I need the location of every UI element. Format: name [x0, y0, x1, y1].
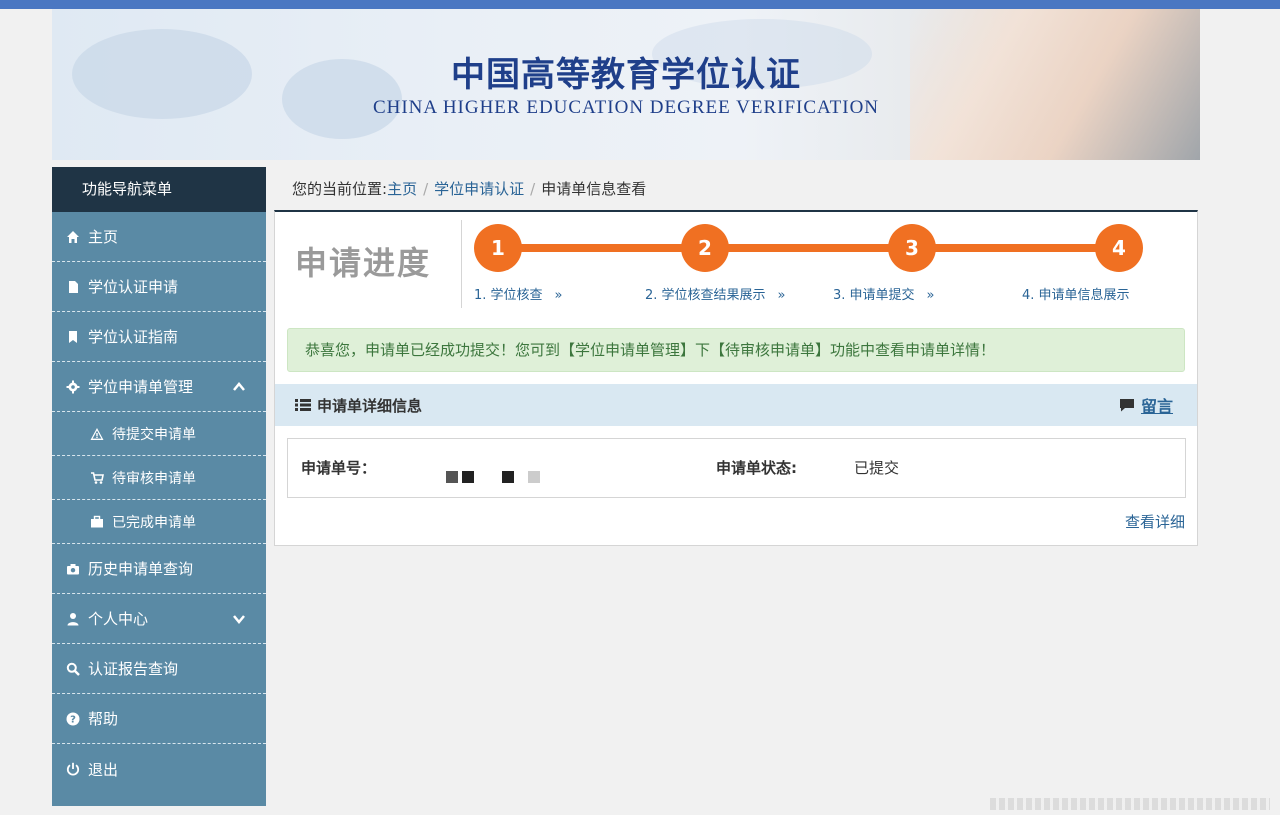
list-icon — [295, 399, 311, 411]
comment-icon — [1119, 399, 1134, 412]
view-details-link[interactable]: 查看详细 — [1125, 511, 1185, 532]
power-icon — [66, 762, 80, 776]
sidebar-item-label: 历史申请单查询 — [88, 560, 194, 578]
sidebar-item-label: 学位认证申请 — [88, 278, 179, 296]
application-info-box: 申请单号： 申请单状态: 已提交 — [287, 438, 1186, 498]
detail-section-title: 申请单详细信息 — [317, 396, 423, 415]
camera-icon — [66, 562, 80, 576]
step-marker-1: 1 — [474, 224, 522, 272]
breadcrumb-separator: / — [530, 180, 536, 198]
breadcrumb-current: 申请单信息查看 — [541, 180, 647, 198]
site-banner: 中国高等教育学位认证 CHINA HIGHER EDUCATION DEGREE… — [52, 9, 1200, 160]
user-icon — [66, 612, 80, 626]
progress-title: 申请进度 — [295, 244, 432, 282]
breadcrumb-degree-link[interactable]: 学位申请认证 — [434, 180, 524, 198]
home-icon — [66, 230, 80, 244]
breadcrumb-separator: / — [423, 180, 429, 198]
briefcase-icon — [90, 515, 104, 529]
message-link[interactable]: 留言 — [1119, 384, 1173, 426]
cart-icon — [90, 471, 104, 485]
sidebar-item-label: 已完成申请单 — [112, 514, 196, 531]
chevron-up-icon[interactable] — [232, 380, 246, 394]
sidebar-item-logout[interactable]: 退出 — [52, 744, 266, 794]
sidebar-item-label: 帮助 — [88, 710, 119, 728]
sidebar-item-label: 学位认证指南 — [88, 328, 179, 346]
site-subtitle: CHINA HIGHER EDUCATION DEGREE VERIFICATI… — [372, 97, 880, 118]
sidebar-item-pending-submission[interactable]: 待提交申请单 — [52, 412, 266, 456]
progress-line — [495, 244, 1115, 252]
breadcrumb-home-link[interactable]: 主页 — [387, 180, 417, 198]
sidebar-item-help[interactable]: ? 帮助 — [52, 694, 266, 744]
progress-divider — [461, 220, 462, 308]
sidebar-item-label: 主页 — [88, 228, 119, 246]
detail-section-header: 申请单详细信息 留言 — [275, 384, 1197, 426]
application-panel: 申请进度 1 2 3 4 1. 学位核查» 2. 学位核查结果展示» 3. 申请… — [274, 210, 1198, 546]
bookmark-icon — [66, 330, 80, 344]
sidebar-item-label: 个人中心 — [88, 610, 149, 628]
svg-text:4: 4 — [1112, 236, 1126, 260]
sidebar-item-application-management[interactable]: 学位申请单管理 — [52, 362, 266, 412]
redacted-order-number — [502, 471, 514, 483]
sidebar-nav: 功能导航菜单 主页 学位认证申请 学位认证指南 学位申请单管理 待提交申请单 待… — [52, 167, 266, 806]
step-marker-4: 4 — [1095, 224, 1143, 272]
progress-steps: 1 2 3 4 — [474, 224, 1143, 272]
breadcrumb: 您的当前位置:主页 / 学位申请认证 / 申请单信息查看 — [292, 178, 646, 199]
redacted-order-number — [446, 471, 458, 483]
redacted-order-number — [528, 471, 540, 483]
success-alert: 恭喜您，申请单已经成功提交！您可到【学位申请单管理】下【待审核申请单】功能中查看… — [287, 328, 1185, 372]
sidebar-heading: 功能导航菜单 — [52, 167, 266, 212]
watermark-strip — [990, 798, 1270, 810]
status-value: 已提交 — [854, 459, 900, 477]
gear-icon — [66, 380, 80, 394]
chevron-down-icon[interactable] — [232, 612, 246, 626]
sidebar-item-label: 待审核申请单 — [112, 470, 196, 487]
warning-icon — [90, 427, 104, 441]
sidebar-item-completed[interactable]: 已完成申请单 — [52, 500, 266, 544]
svg-text:?: ? — [70, 714, 76, 725]
step-label-2[interactable]: 2. 学位核查结果展示» — [645, 284, 786, 303]
breadcrumb-prefix: 您的当前位置: — [292, 180, 388, 198]
sidebar-item-label: 认证报告查询 — [88, 660, 179, 678]
step-label-1[interactable]: 1. 学位核查» — [474, 284, 563, 303]
step-marker-3: 3 — [888, 224, 936, 272]
svg-text:1: 1 — [491, 236, 505, 260]
sidebar-item-pending-review[interactable]: 待审核申请单 — [52, 456, 266, 500]
question-icon: ? — [66, 712, 80, 726]
svg-text:3: 3 — [905, 236, 919, 260]
sidebar-item-report-query[interactable]: 认证报告查询 — [52, 644, 266, 694]
step-label-3[interactable]: 3. 申请单提交» — [833, 284, 935, 303]
order-number-label: 申请单号： — [301, 459, 377, 477]
step-label-4[interactable]: 4. 申请单信息展示 — [1022, 284, 1130, 303]
sidebar-item-label: 学位申请单管理 — [88, 378, 194, 396]
sidebar-item-guide[interactable]: 学位认证指南 — [52, 312, 266, 362]
sidebar-item-personal-center[interactable]: 个人中心 — [52, 594, 266, 644]
site-title: 中国高等教育学位认证 — [451, 55, 801, 95]
search-icon — [66, 662, 80, 676]
file-icon — [66, 280, 80, 294]
sidebar-item-label: 退出 — [88, 760, 119, 779]
status-label: 申请单状态: — [716, 459, 797, 477]
redacted-order-number — [462, 471, 474, 483]
svg-text:2: 2 — [698, 236, 712, 260]
sidebar-item-history-query[interactable]: 历史申请单查询 — [52, 544, 266, 594]
sidebar-item-degree-application[interactable]: 学位认证申请 — [52, 262, 266, 312]
sidebar-item-label: 待提交申请单 — [112, 426, 196, 443]
sidebar-item-home[interactable]: 主页 — [52, 212, 266, 262]
step-marker-2: 2 — [681, 224, 729, 272]
top-accent-bar — [0, 0, 1280, 9]
message-link-label: 留言 — [1140, 397, 1173, 416]
